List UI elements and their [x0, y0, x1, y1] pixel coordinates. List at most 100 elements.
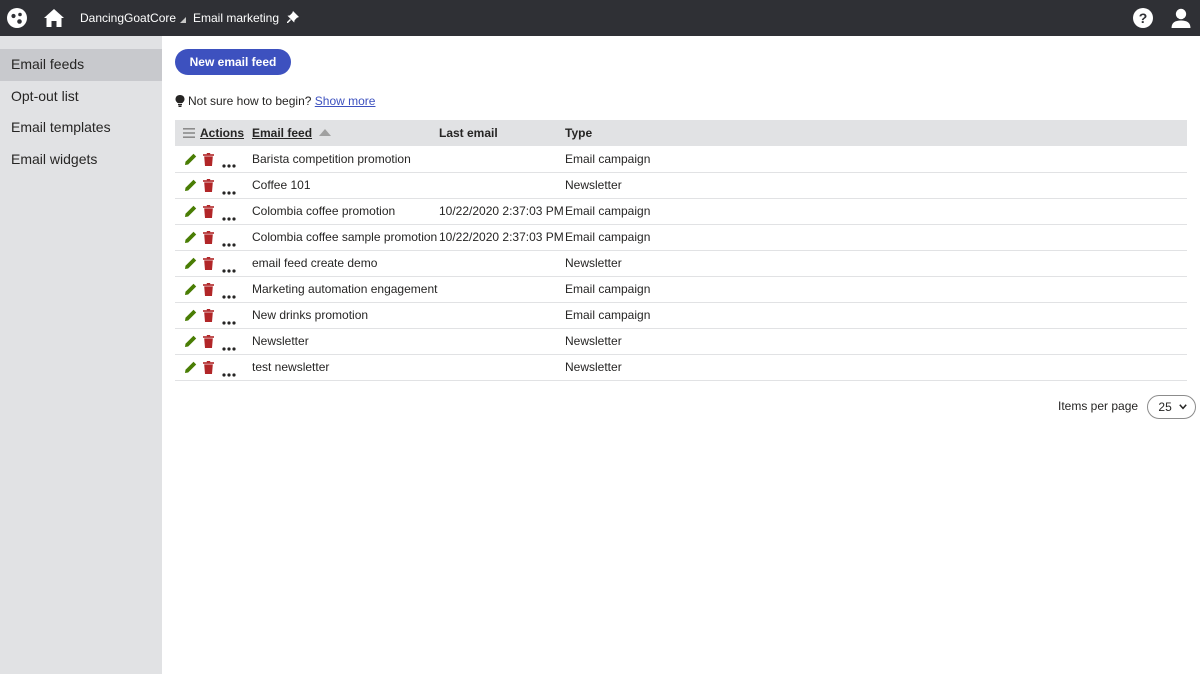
table-row: Barista competition promotion Email campa…: [175, 146, 1187, 173]
more-actions-icon[interactable]: [222, 210, 236, 221]
sidebar-item-email-templates[interactable]: Email templates: [0, 112, 162, 144]
delete-icon[interactable]: [203, 205, 214, 219]
cell-last-email: [439, 276, 565, 303]
more-actions-icon[interactable]: [222, 288, 236, 299]
edit-icon[interactable]: [184, 231, 197, 244]
delete-icon[interactable]: [203, 179, 214, 193]
edit-icon[interactable]: [184, 179, 197, 192]
items-per-page-label: Items per page: [1058, 399, 1139, 414]
row-actions: [175, 328, 252, 355]
edit-icon[interactable]: [184, 205, 197, 218]
edit-icon[interactable]: [184, 283, 197, 296]
cell-last-email: 10/22/2020 2:37:03 PM: [439, 224, 565, 251]
user-icon[interactable]: [1170, 7, 1192, 29]
last-email-header-label[interactable]: Last email: [439, 126, 498, 140]
table-body: Barista competition promotion Email campa…: [175, 146, 1187, 381]
cell-last-email: [439, 250, 565, 277]
row-actions: [175, 224, 252, 251]
sidebar-item-opt-out-list[interactable]: Opt-out list: [0, 81, 162, 113]
site-name: DancingGoatCore: [80, 11, 177, 25]
more-actions-icon[interactable]: [222, 314, 236, 325]
more-actions-icon[interactable]: [222, 262, 236, 273]
pager: Items per page 25: [1058, 395, 1197, 419]
hint-text: Not sure how to begin?: [188, 94, 312, 108]
delete-icon[interactable]: [203, 257, 214, 271]
show-more-link[interactable]: Show more: [315, 94, 376, 108]
row-actions: [175, 302, 252, 329]
cell-type: Newsletter: [565, 250, 1187, 277]
cell-type: Email campaign: [565, 146, 1187, 173]
cell-email-feed: test newsletter: [252, 354, 439, 381]
top-bar: DancingGoatCore Email marketing ?: [0, 0, 1200, 36]
app-name: Email marketing: [193, 11, 280, 25]
email-feeds-table: Actions Email feed Last email Type Baris…: [175, 120, 1187, 381]
row-actions: [175, 146, 252, 173]
table-row: test newsletter Newsletter: [175, 354, 1187, 381]
more-actions-icon[interactable]: [222, 157, 236, 169]
table-row: email feed create demo Newsletter: [175, 250, 1187, 277]
site-dropdown-icon: [180, 17, 187, 23]
cell-email-feed: New drinks promotion: [252, 302, 439, 329]
delete-icon[interactable]: [203, 335, 214, 349]
more-actions-icon[interactable]: [222, 184, 236, 195]
cell-last-email: [439, 172, 565, 199]
cell-type: Newsletter: [565, 172, 1187, 199]
application-title: Email marketing: [193, 11, 300, 25]
edit-icon[interactable]: [184, 361, 197, 374]
cell-last-email: [439, 354, 565, 381]
row-actions: [175, 354, 252, 381]
column-email-feed: Email feed: [252, 120, 439, 146]
items-per-page-value: 25: [1158, 400, 1172, 414]
cell-last-email: [439, 302, 565, 329]
delete-icon[interactable]: [203, 361, 214, 375]
sort-ascending-icon: [319, 129, 332, 136]
more-actions-icon[interactable]: [222, 236, 236, 247]
table-row: New drinks promotion Email campaign: [175, 302, 1187, 329]
cell-type: Email campaign: [565, 302, 1187, 329]
column-actions: Actions: [175, 120, 252, 146]
cell-email-feed: email feed create demo: [252, 250, 439, 277]
email-feed-header-label[interactable]: Email feed: [252, 126, 312, 140]
new-email-feed-button[interactable]: New email feed: [175, 49, 291, 75]
table-row: Newsletter Newsletter: [175, 328, 1187, 355]
site-selector[interactable]: DancingGoatCore: [80, 11, 187, 25]
kentico-logo-icon[interactable]: [6, 7, 28, 29]
more-actions-icon[interactable]: [222, 340, 236, 351]
delete-icon[interactable]: [203, 309, 214, 323]
home-icon[interactable]: [43, 7, 65, 29]
sidebar-item-email-feeds[interactable]: Email feeds: [0, 49, 162, 81]
cell-email-feed: Coffee 101: [252, 172, 439, 199]
actions-header-label[interactable]: Actions: [200, 126, 244, 140]
delete-icon[interactable]: [203, 283, 214, 297]
row-actions: [175, 172, 252, 199]
row-actions: [175, 276, 252, 303]
table-header: Actions Email feed Last email Type: [175, 120, 1187, 146]
cell-email-feed: Colombia coffee sample promotion: [252, 224, 439, 251]
table-row: Colombia coffee promotion 10/22/2020 2:37…: [175, 198, 1187, 225]
edit-icon[interactable]: [184, 309, 197, 322]
cell-type: Email campaign: [565, 276, 1187, 303]
column-type: Type: [565, 120, 1187, 146]
more-actions-icon[interactable]: [222, 366, 236, 377]
row-actions: [175, 198, 252, 225]
delete-icon[interactable]: [203, 152, 214, 166]
cell-type: Email campaign: [565, 224, 1187, 251]
pin-icon[interactable]: [287, 11, 300, 23]
sidebar: Email feeds Opt-out list Email templates…: [0, 36, 162, 674]
sidebar-item-email-widgets[interactable]: Email widgets: [0, 144, 162, 176]
table-row: Colombia coffee sample promotion 10/22/20…: [175, 224, 1187, 251]
cell-last-email: [439, 146, 565, 173]
delete-icon[interactable]: [203, 231, 214, 245]
column-menu-icon[interactable]: [183, 128, 195, 138]
chevron-down-icon: [1179, 404, 1188, 410]
cell-email-feed: Barista competition promotion: [252, 146, 439, 173]
cell-type: Newsletter: [565, 328, 1187, 355]
svg-text:?: ?: [1139, 10, 1148, 26]
cell-last-email: 10/22/2020 2:37:03 PM: [439, 198, 565, 225]
help-icon[interactable]: ?: [1132, 7, 1154, 29]
edit-icon[interactable]: [184, 153, 197, 166]
edit-icon[interactable]: [184, 335, 197, 348]
type-header-label[interactable]: Type: [565, 126, 592, 140]
edit-icon[interactable]: [184, 257, 197, 270]
items-per-page-select[interactable]: 25: [1147, 395, 1197, 419]
